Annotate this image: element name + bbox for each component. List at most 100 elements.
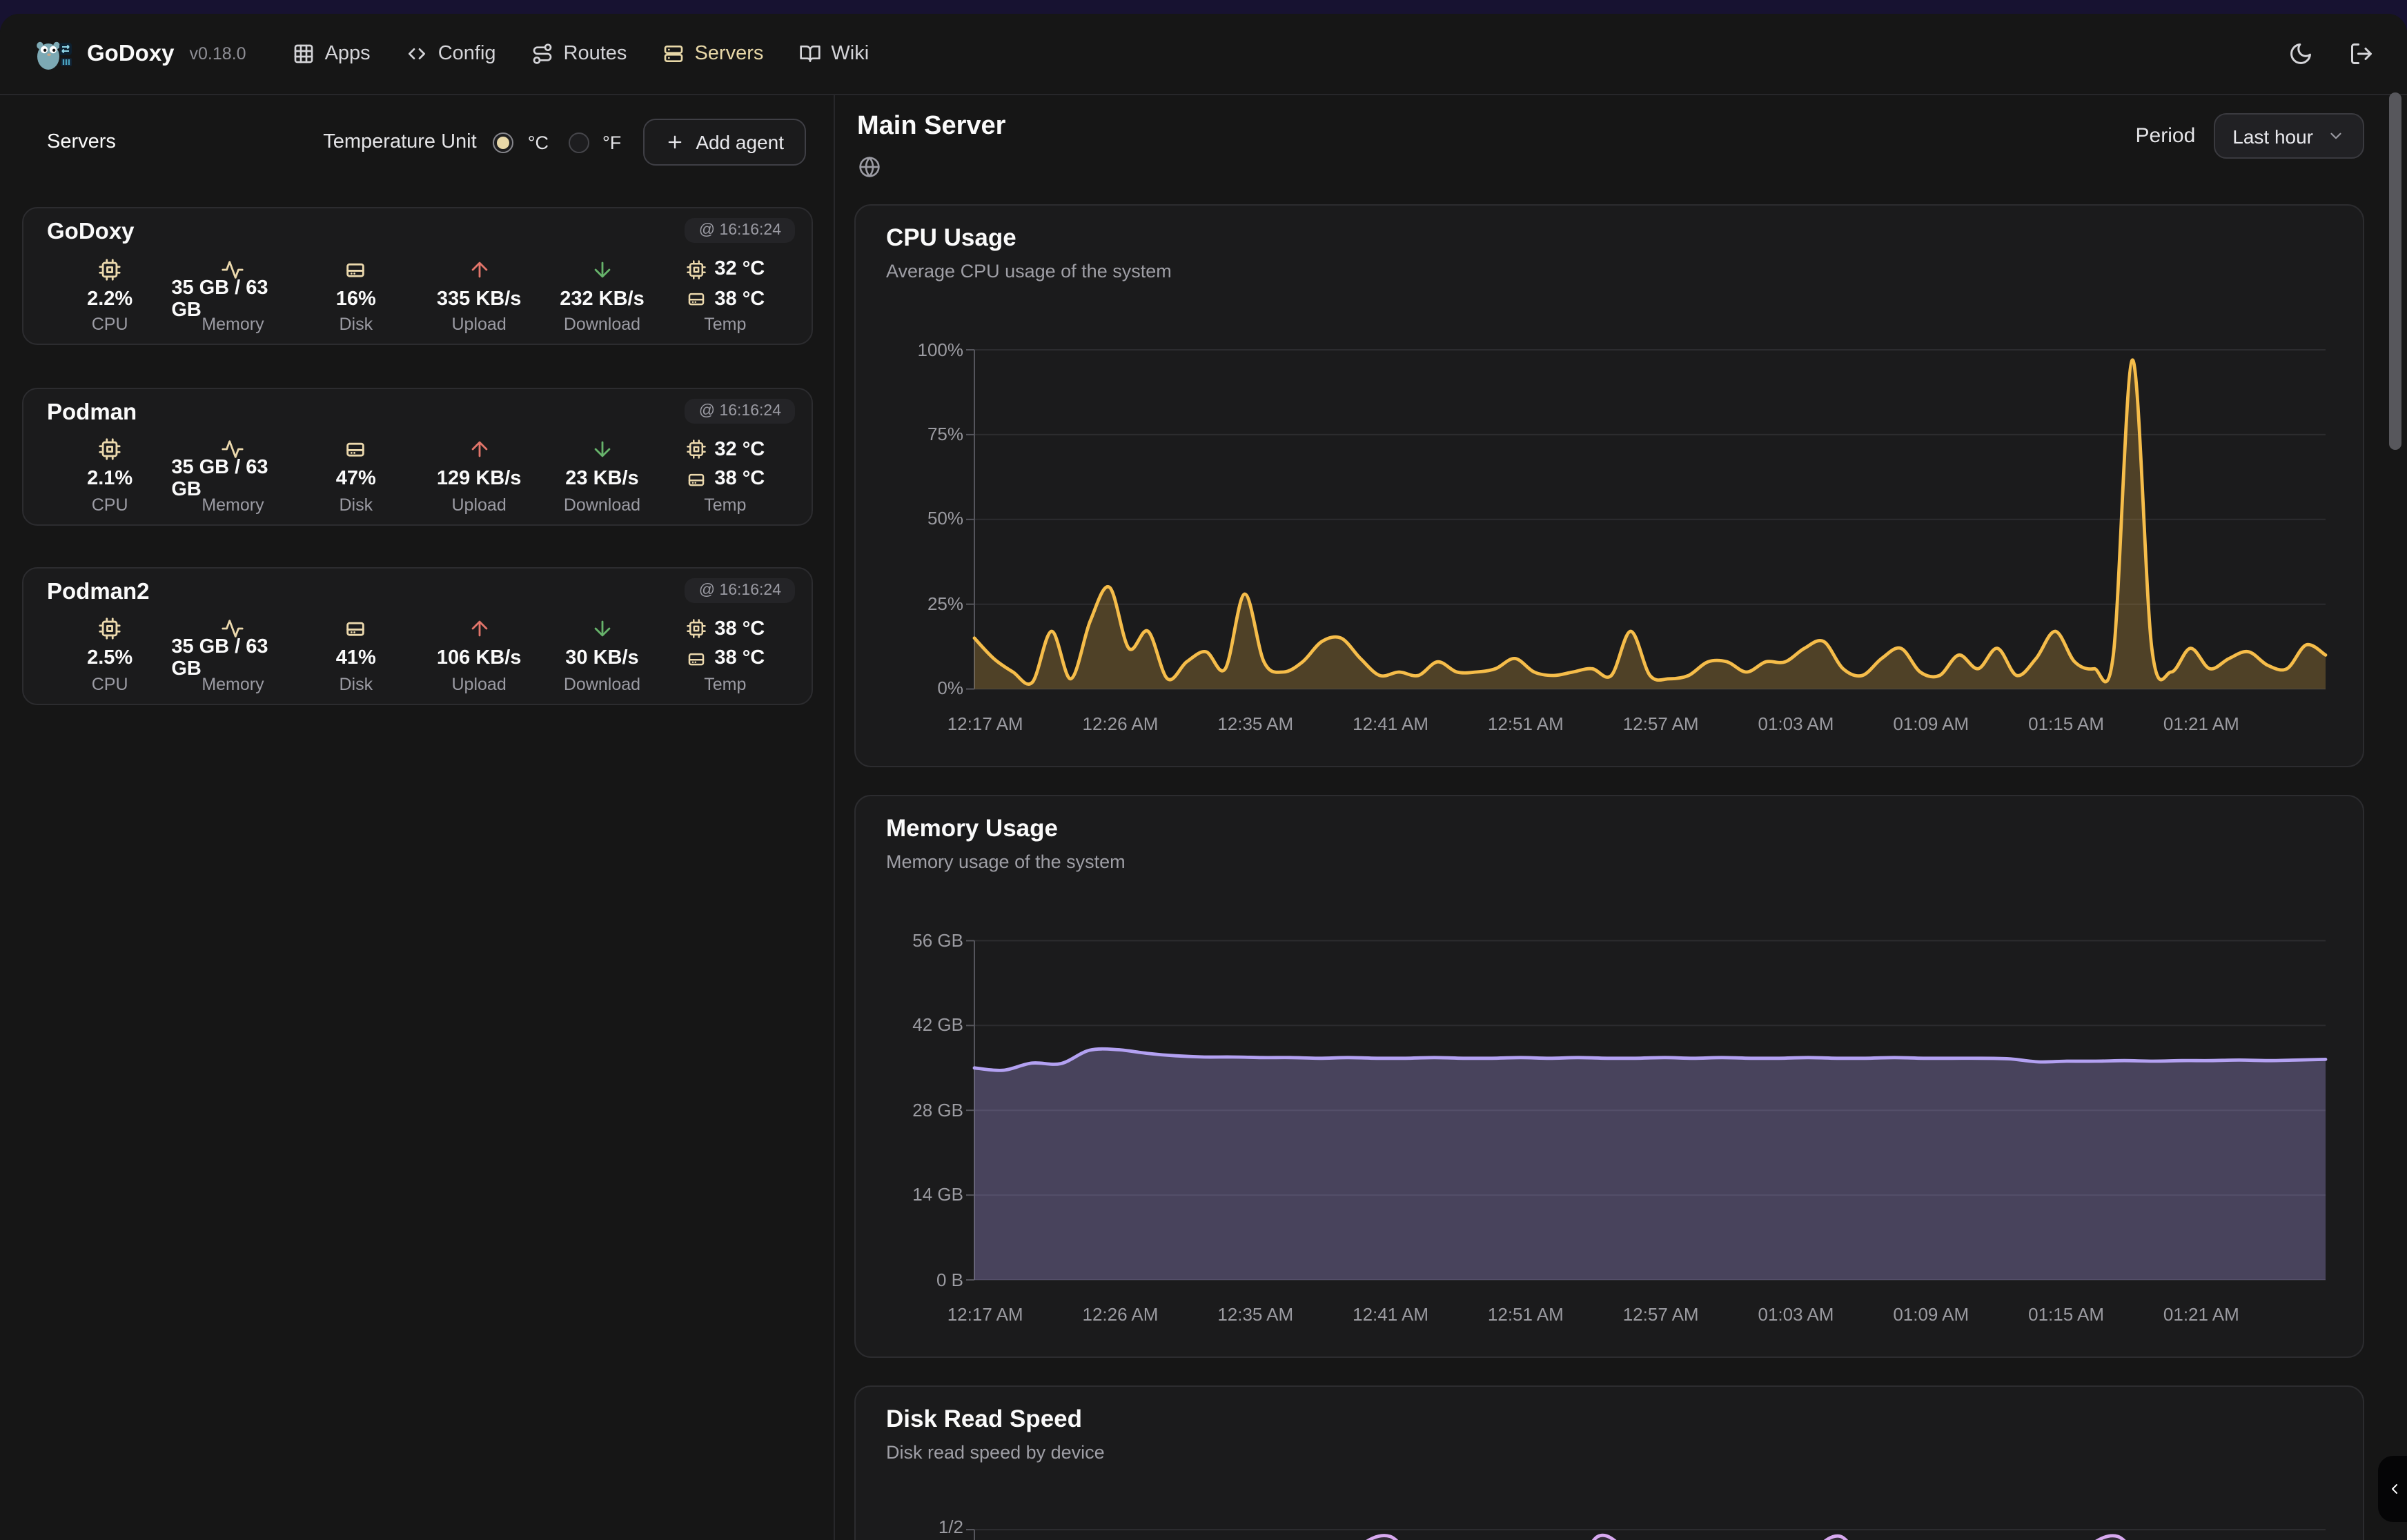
- add-agent-button[interactable]: Add agent: [643, 119, 806, 166]
- moon-icon[interactable]: [2288, 41, 2313, 66]
- nav-item-wiki[interactable]: Wiki: [799, 43, 869, 65]
- fahrenheit-label: °F: [602, 132, 621, 152]
- x-axis-tick: 12:26 AM: [1058, 1304, 1182, 1325]
- stat-value: 41%: [336, 644, 376, 673]
- nav-item-routes[interactable]: Routes: [532, 43, 627, 65]
- cpu-icon: [98, 617, 121, 640]
- arrowup-icon: [467, 257, 491, 281]
- stat-value: 2.1%: [87, 464, 132, 493]
- stat-temp: 38 °C38 °CTemp: [664, 613, 787, 698]
- x-axis-tick: 01:21 AM: [2139, 713, 2263, 734]
- code-icon: [406, 43, 429, 65]
- server-card-godoxy[interactable]: GoDoxy@ 16:16:242.2%CPU35 GB / 63 GBMemo…: [22, 207, 813, 345]
- cpu-temp-value: 32 °C: [714, 258, 765, 280]
- server-card-podman2[interactable]: Podman2@ 16:16:242.5%CPU35 GB / 63 GBMem…: [22, 566, 813, 704]
- stat-value: 335 KB/s: [437, 284, 522, 313]
- y-axis-tick: 1/2: [878, 1516, 963, 1538]
- stat-download: 232 KB/sDownload: [540, 254, 663, 338]
- stat-label: CPU: [92, 495, 128, 518]
- scrollbar-thumb[interactable]: [2389, 92, 2401, 450]
- main-panel: Main Server Period Last hour CPU UsageAv…: [835, 95, 2407, 1540]
- stat-label: Download: [564, 495, 640, 518]
- harddrive-icon: [344, 257, 368, 281]
- y-axis-tick: 42 GB: [878, 1014, 963, 1036]
- sidebar-title: Servers: [47, 131, 116, 153]
- stat-disk: 41%Disk: [295, 613, 417, 698]
- server-name: Podman2: [47, 579, 150, 605]
- x-axis-tick: 01:09 AM: [1869, 1304, 1993, 1325]
- nav-right: [2288, 41, 2374, 66]
- app-window: GoDoxy v0.18.0 Apps Config Routes Servers Wi…: [0, 14, 2407, 1540]
- page-title: Main Server: [857, 112, 1005, 142]
- arrowdown-icon: [590, 257, 613, 281]
- stat-label: Download: [564, 315, 640, 338]
- stat-label: Upload: [452, 315, 507, 338]
- stat-upload: 106 KB/sUpload: [417, 613, 540, 698]
- servers-sidebar: Servers Temperature Unit °C °F Add agent…: [0, 95, 835, 1540]
- chart-card-cpu-usage: CPU UsageAverage CPU usage of the system…: [854, 204, 2364, 767]
- stat-temp: 32 °C 38 °C Temp: [664, 434, 787, 518]
- harddrive-icon: [685, 468, 706, 489]
- nav-item-config[interactable]: Config: [406, 43, 496, 65]
- stat-label: Temp: [704, 495, 746, 518]
- y-axis-tick: 56 GB: [878, 929, 963, 951]
- harddrive-icon: [685, 648, 706, 669]
- x-axis-tick: 01:09 AM: [1869, 713, 1993, 734]
- nav-item-apps[interactable]: Apps: [293, 43, 371, 65]
- servers-icon: [662, 43, 685, 65]
- stat-value: 129 KB/s: [437, 464, 522, 493]
- globe-icon: [858, 156, 881, 178]
- collapse-panel-button[interactable]: [2378, 1456, 2407, 1522]
- cpu-icon: [685, 618, 706, 639]
- brand[interactable]: GoDoxy v0.18.0: [33, 36, 246, 72]
- server-name: GoDoxy: [47, 219, 135, 246]
- logout-icon[interactable]: [2349, 41, 2374, 66]
- stat-disk: 16%Disk: [295, 254, 417, 338]
- period-label: Period: [2136, 124, 2196, 148]
- stat-value: 2.2%: [87, 284, 132, 313]
- harddrive-icon: [344, 617, 368, 640]
- stat-memory: 35 GB / 63 GBMemory: [171, 434, 294, 518]
- x-axis-tick: 12:51 AM: [1464, 1304, 1588, 1325]
- period-select[interactable]: Last hour: [2213, 113, 2364, 159]
- app-version: v0.18.0: [190, 44, 246, 63]
- x-axis-tick: 12:35 AM: [1193, 713, 1317, 734]
- stat-download: 30 KB/sDownload: [540, 613, 663, 698]
- chart-card-memory-usage: Memory UsageMemory usage of the system56…: [854, 795, 2364, 1358]
- stat-label: CPU: [92, 674, 128, 698]
- stat-label: Disk: [340, 495, 373, 518]
- period-value: Last hour: [2232, 125, 2313, 147]
- stat-memory: 35 GB / 63 GBMemory: [171, 254, 294, 338]
- stat-label: Download: [564, 674, 640, 698]
- stat-value: 30 KB/s: [565, 644, 638, 673]
- stat-value: 47%: [336, 464, 376, 493]
- cpu-icon: [98, 437, 121, 461]
- book-icon: [799, 43, 821, 65]
- temperature-unit-group: Temperature Unit °C °F: [323, 131, 627, 153]
- chevron-down-icon: [2327, 127, 2345, 145]
- disk-temp-value: 38 °C: [714, 288, 765, 310]
- celsius-label: °C: [528, 132, 549, 152]
- stat-label: Memory: [202, 674, 264, 698]
- radio-fahrenheit[interactable]: [568, 132, 589, 152]
- app-title: GoDoxy: [87, 41, 175, 67]
- stat-label: Memory: [202, 315, 264, 338]
- disk-temp-value: 38 °C: [714, 468, 765, 490]
- radio-celsius[interactable]: [493, 132, 514, 152]
- harddrive-icon: [685, 288, 706, 309]
- server-card-podman[interactable]: Podman@ 16:16:242.1%CPU35 GB / 63 GBMemo…: [22, 387, 813, 525]
- nav-item-servers[interactable]: Servers: [662, 43, 763, 65]
- arrowdown-icon: [590, 437, 613, 461]
- y-axis-tick: 0 B: [878, 1269, 963, 1291]
- x-axis-tick: 12:57 AM: [1599, 713, 1723, 734]
- stat-value: 16%: [336, 284, 376, 313]
- x-axis-tick: 12:17 AM: [923, 713, 1048, 734]
- x-axis-tick: 12:51 AM: [1464, 713, 1588, 734]
- stat-cpu: 2.1%CPU: [48, 434, 171, 518]
- cpu-temp-value: 32 °C: [714, 438, 765, 460]
- harddrive-icon: [344, 437, 368, 461]
- x-axis-tick: 01:15 AM: [2004, 713, 2128, 734]
- x-axis-tick: 01:03 AM: [1733, 1304, 1858, 1325]
- y-axis-tick: 50%: [878, 509, 963, 531]
- x-axis-tick: 12:41 AM: [1328, 1304, 1453, 1325]
